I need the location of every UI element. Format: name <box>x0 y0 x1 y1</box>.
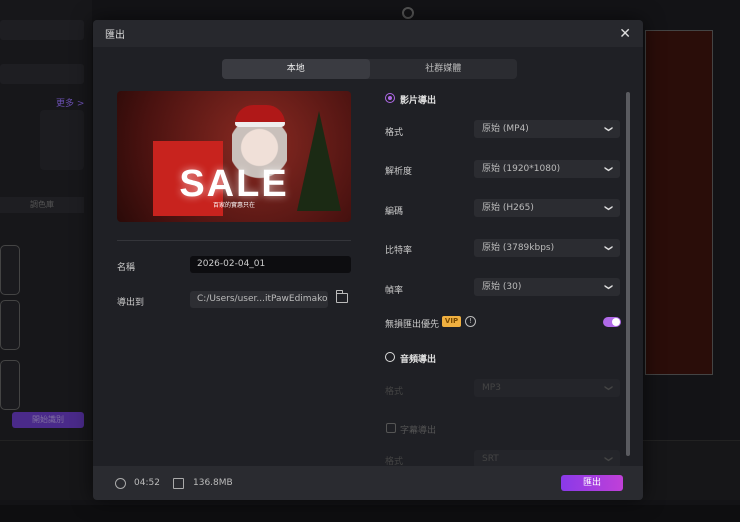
bg-dropdown <box>0 64 84 84</box>
dialog-title: 匯出 <box>105 30 125 41</box>
bitrate-select[interactable]: 原始 (3789kbps) ❯ <box>474 239 620 257</box>
tab-local[interactable]: 本地 <box>222 59 370 79</box>
scrollbar[interactable] <box>626 92 630 456</box>
lossless-label: 無損匯出優先 <box>385 320 440 330</box>
video-export-label: 影片導出 <box>400 96 437 106</box>
chevron-down-icon: ❯ <box>604 384 614 392</box>
right-panel <box>720 20 740 440</box>
bitrate-value: 原始 (3789kbps) <box>482 243 555 253</box>
audio-export-label: 音頻導出 <box>400 355 437 365</box>
audio-format-select[interactable]: MP3 ❯ <box>474 379 620 397</box>
chevron-down-icon: ❯ <box>604 125 614 133</box>
dialog-titlebar: 匯出 ✕ <box>93 20 643 47</box>
video-export-radio[interactable] <box>385 93 395 103</box>
save-icon <box>173 478 184 489</box>
resolution-select[interactable]: 原始 (1920*1080) ❯ <box>474 160 620 178</box>
template-thumbnail <box>40 110 84 170</box>
info-icon[interactable]: ! <box>465 316 476 327</box>
close-icon[interactable]: ✕ <box>619 26 631 42</box>
chevron-down-icon: ❯ <box>604 455 614 463</box>
export-dialog: 匯出 ✕ 本地 社群媒體 SALE 百家的實惠只在 名稱 2026-02-04_… <box>93 20 643 500</box>
duration: 04:52 <box>134 478 160 488</box>
resolution-label: 解析度 <box>385 167 413 177</box>
app-record-icon <box>402 7 414 19</box>
bg-card <box>0 300 20 350</box>
color-library-button: 調色庫 <box>0 197 84 213</box>
format-label: 格式 <box>385 128 404 138</box>
chevron-down-icon: ❯ <box>604 283 614 291</box>
name-label: 名稱 <box>117 263 136 273</box>
recognize-button: 開始識別 <box>12 412 84 428</box>
preview-subtitle: 百家的實惠只在 <box>212 202 255 209</box>
subtitle-export-checkbox[interactable] <box>386 423 396 433</box>
codec-value: 原始 (H265) <box>482 203 534 213</box>
chevron-down-icon: ❯ <box>604 244 614 252</box>
framerate-select[interactable]: 原始 (30) ❯ <box>474 278 620 296</box>
divider <box>117 240 351 241</box>
audio-format-value: MP3 <box>482 383 501 393</box>
framerate-label: 幀率 <box>385 286 404 296</box>
subtitle-format-value: SRT <box>482 454 499 464</box>
framerate-value: 原始 (30) <box>482 282 522 292</box>
bg-dropdown <box>0 20 84 40</box>
chevron-down-icon: ❯ <box>604 204 614 212</box>
folder-icon[interactable] <box>336 290 348 303</box>
audio-export-radio[interactable] <box>385 352 395 362</box>
export-to-label: 導出到 <box>117 298 145 308</box>
export-tabs: 本地 社群媒體 <box>222 59 517 79</box>
codec-label: 編碼 <box>385 207 404 217</box>
lossless-toggle[interactable] <box>603 317 621 327</box>
format-value: 原始 (MP4) <box>482 124 529 134</box>
hat-shape <box>235 105 285 127</box>
dialog-footer: 04:52 136.8MB 匯出 <box>93 466 643 500</box>
bitrate-label: 比特率 <box>385 246 413 256</box>
timeline-clips <box>0 505 740 522</box>
export-path-field[interactable]: C:/Users/user...itPawEdimakor <box>190 291 328 308</box>
export-button[interactable]: 匯出 <box>561 475 623 491</box>
audio-format-label: 格式 <box>385 387 404 397</box>
bg-card <box>0 360 20 410</box>
subtitle-export-label: 字幕導出 <box>400 426 437 436</box>
codec-select[interactable]: 原始 (H265) ❯ <box>474 199 620 217</box>
background-preview <box>645 30 713 375</box>
bg-card <box>0 245 20 295</box>
vip-badge: VIP <box>442 316 461 327</box>
left-panel: 更多 > 調色庫 開始識別 <box>0 0 92 440</box>
tab-social-media[interactable]: 社群媒體 <box>370 59 518 79</box>
chevron-down-icon: ❯ <box>604 165 614 173</box>
more-link: 更多 > <box>56 99 85 109</box>
clock-icon <box>115 478 126 489</box>
video-preview: SALE 百家的實惠只在 <box>117 91 351 222</box>
format-select[interactable]: 原始 (MP4) ❯ <box>474 120 620 138</box>
file-size: 136.8MB <box>193 478 233 488</box>
name-input[interactable]: 2026-02-04_01 <box>190 256 351 273</box>
resolution-value: 原始 (1920*1080) <box>482 164 561 174</box>
